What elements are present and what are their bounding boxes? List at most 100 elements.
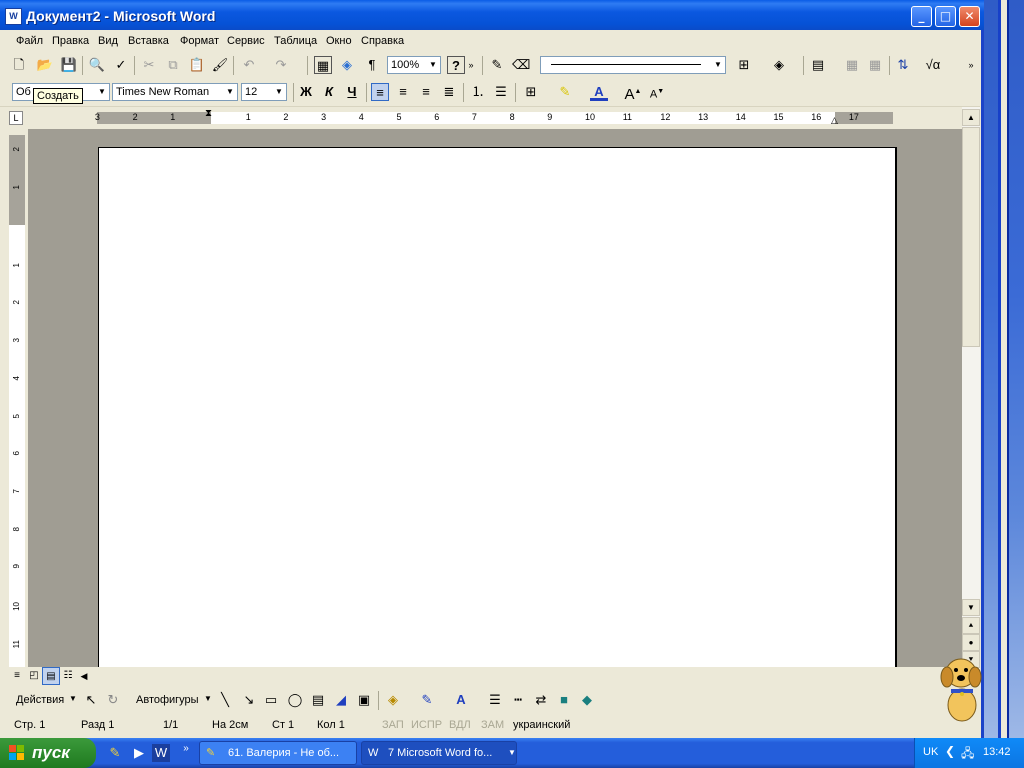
grow-font-icon[interactable]: A▲ — [624, 83, 642, 103]
office-assistant[interactable] — [933, 645, 991, 725]
toolbar-overflow-icon[interactable]: » — [466, 56, 476, 74]
chevron-down-icon[interactable]: ▼ — [204, 694, 212, 703]
horizontal-scrollbar[interactable]: ≡ ◰ ▤ ☷ ◀ — [0, 667, 962, 685]
scroll-down-button[interactable]: ▼ — [962, 599, 980, 616]
horizontal-ruler[interactable]: L 3 2 1 1 2 3 4 5 6 7 8 9 10 11 12 13 14 15 16 17 ⧗ △ — [0, 107, 962, 129]
menu-view[interactable]: Вид — [98, 35, 118, 47]
right-indent-icon[interactable]: △ — [831, 115, 838, 126]
arrow-style-icon[interactable]: ⇄ — [532, 691, 550, 709]
shading-icon[interactable]: ◈ — [770, 56, 788, 74]
chevron-down-icon[interactable]: ▼ — [224, 85, 236, 99]
redo-icon[interactable]: ↷ — [272, 56, 290, 74]
status-ovr[interactable]: ЗАМ — [481, 719, 504, 731]
chevron-down-icon[interactable]: ▼ — [273, 85, 285, 99]
line-style-combo[interactable]: ▼ — [540, 56, 726, 74]
wordart-icon[interactable]: ◢ — [332, 691, 350, 709]
task-button-valeria[interactable]: ✎ 61. Валерия - Не об... — [199, 741, 357, 765]
highlight-icon[interactable]: ✎ — [556, 83, 574, 101]
maximize-button[interactable]: □ — [935, 6, 956, 27]
rectangle-icon[interactable]: ▭ — [262, 691, 280, 709]
eraser-icon[interactable]: ⌫ — [512, 56, 530, 74]
menu-format[interactable]: Формат — [180, 35, 219, 47]
table-icon[interactable]: ▤ — [809, 56, 827, 74]
bold-button[interactable]: Ж — [297, 83, 315, 101]
numbering-icon[interactable]: ⒈ — [469, 83, 487, 101]
split-cells-icon[interactable]: ▦ — [866, 56, 884, 74]
border-icon[interactable]: ⊞ — [735, 56, 753, 74]
chevron-down-icon[interactable]: ▼ — [712, 58, 724, 72]
vertical-scrollbar[interactable]: ▲ ▼ ⯅ ● ⯆ — [962, 107, 980, 669]
document-map-icon[interactable]: ▦ — [314, 56, 332, 74]
menu-tools[interactable]: Сервис — [227, 35, 265, 47]
chevron-down-icon[interactable]: ▼ — [427, 58, 439, 72]
justify-icon[interactable]: ≣ — [440, 83, 458, 101]
tray-expand-icon[interactable]: ❮ — [945, 744, 955, 758]
toolbar-overflow-icon[interactable]: » — [966, 56, 976, 74]
scroll-thumb[interactable] — [962, 127, 980, 347]
quicklaunch-icon[interactable]: ✎ — [106, 744, 124, 762]
vertical-ruler[interactable]: 2 1 1 2 3 4 5 6 7 8 9 10 11 — [9, 135, 25, 667]
sort-icon[interactable]: ⇅ — [894, 56, 912, 74]
font-size-combo[interactable]: 12 ▼ — [241, 83, 287, 101]
format-painter-icon[interactable]: 🖌 — [211, 56, 229, 74]
dash-style-icon[interactable]: ┅ — [509, 691, 527, 709]
new-icon[interactable]: 🗋 — [10, 56, 28, 74]
pen-icon[interactable]: ✎ — [488, 56, 506, 74]
status-ext[interactable]: ВДЛ — [449, 719, 471, 731]
font-color-icon[interactable]: A — [590, 83, 608, 101]
scroll-left-button[interactable]: ◀ — [75, 667, 93, 685]
scroll-up-button[interactable]: ▲ — [962, 109, 980, 126]
draw-font-color-icon[interactable]: A — [452, 691, 470, 709]
normal-view-icon[interactable]: ≡ — [8, 667, 26, 685]
chevron-down-icon[interactable]: ▼ — [69, 694, 77, 703]
menu-table[interactable]: Таблица — [274, 35, 317, 47]
task-button-word[interactable]: W 7 Microsoft Word fo... ▼ — [361, 741, 517, 765]
line-style-icon[interactable]: ☰ — [486, 691, 504, 709]
show-paragraph-icon[interactable]: ¶ — [363, 56, 381, 74]
bullets-icon[interactable]: ☰ — [492, 83, 510, 101]
menu-help[interactable]: Справка — [361, 35, 404, 47]
paste-icon[interactable]: 📋 — [188, 56, 206, 74]
print-layout-icon[interactable]: ▤ — [42, 667, 60, 685]
copy-icon[interactable]: ⧉ — [164, 56, 182, 74]
align-center-icon[interactable]: ≡ — [394, 83, 412, 101]
underline-button[interactable]: Ч — [343, 83, 361, 101]
rotate-icon[interactable]: ↻ — [104, 691, 122, 709]
menu-file[interactable]: Файл — [16, 35, 43, 47]
start-button[interactable]: пуск — [0, 738, 96, 768]
language-indicator[interactable]: UK — [923, 746, 938, 758]
cut-icon[interactable]: ✂ — [140, 56, 158, 74]
help-icon[interactable]: ? — [447, 56, 465, 74]
align-left-icon[interactable]: ≡ — [371, 83, 389, 101]
line-icon[interactable]: ╲ — [216, 691, 234, 709]
document-page[interactable] — [98, 147, 897, 668]
tab-selector[interactable]: L — [9, 111, 23, 125]
menu-edit[interactable]: Правка — [52, 35, 89, 47]
arrow-icon[interactable]: ↘ — [240, 691, 258, 709]
menu-insert[interactable]: Вставка — [128, 35, 169, 47]
print-preview-icon[interactable]: 🔍 — [88, 56, 106, 74]
align-right-icon[interactable]: ≡ — [417, 83, 435, 101]
textbox-icon[interactable]: ▤ — [309, 691, 327, 709]
clipart-icon[interactable]: ▣ — [355, 691, 373, 709]
select-objects-icon[interactable]: ↖ — [82, 691, 100, 709]
merge-cells-icon[interactable]: ▦ — [843, 56, 861, 74]
line-color-icon[interactable]: ✎ — [418, 691, 436, 709]
zoom-combo[interactable]: 100% ▼ — [387, 56, 441, 74]
italic-button[interactable]: К — [320, 83, 338, 101]
indent-marker-icon[interactable]: ⧗ — [205, 108, 212, 119]
equation-icon[interactable]: √α — [924, 56, 942, 74]
shrink-font-icon[interactable]: A▼ — [648, 83, 666, 101]
previous-page-button[interactable]: ⯅ — [962, 617, 980, 634]
shadow-icon[interactable]: ■ — [555, 691, 573, 709]
status-trk[interactable]: ИСПР — [411, 719, 442, 731]
web-layout-icon[interactable]: ◰ — [25, 667, 43, 685]
word-app-icon[interactable]: W — [5, 8, 22, 25]
oval-icon[interactable]: ◯ — [286, 691, 304, 709]
menu-window[interactable]: Окно — [326, 35, 352, 47]
close-button[interactable]: ✕ — [959, 6, 980, 27]
minimize-button[interactable]: _ — [911, 6, 932, 27]
chevron-down-icon[interactable]: ▼ — [96, 85, 108, 99]
status-rec[interactable]: ЗАП — [382, 719, 404, 731]
actions-menu[interactable]: Действия — [16, 694, 64, 706]
